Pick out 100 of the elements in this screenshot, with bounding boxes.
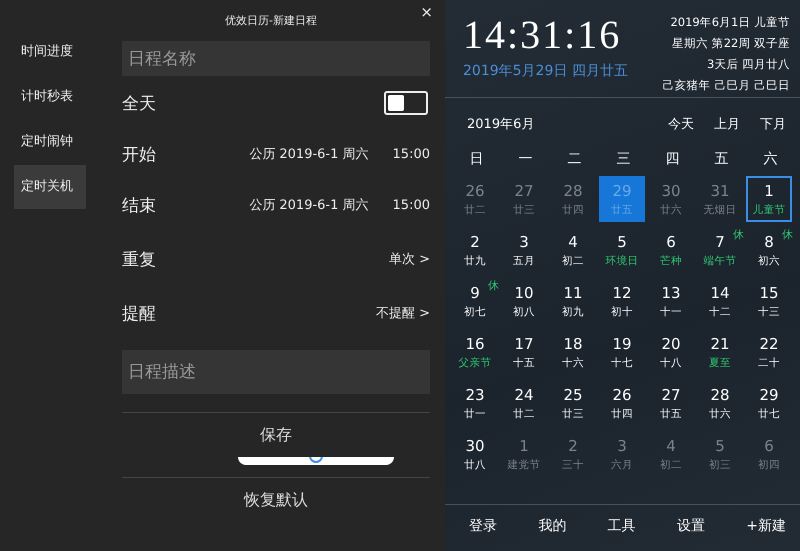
day-cell[interactable]: 3 五月 — [501, 227, 547, 273]
row-label: 提醒 — [122, 302, 156, 324]
lunar-label: 廿二 — [513, 406, 535, 420]
lunar-label: 廿八 — [464, 458, 486, 472]
day-cell[interactable]: 13 十一 — [648, 278, 694, 324]
day-cell[interactable]: 17 十五 — [501, 329, 547, 375]
day-cell[interactable]: 14 十二 — [697, 278, 743, 324]
sidebar-item[interactable]: 定时关机 — [14, 165, 86, 209]
day-cell[interactable]: 26 廿二 — [452, 176, 498, 222]
day-cell[interactable]: 2 三十 — [550, 431, 596, 477]
weekday-label: 日 — [468, 150, 484, 169]
footer-button[interactable]: 工具 — [608, 517, 636, 535]
lunar-label: 廿五 — [660, 406, 682, 420]
save-button[interactable]: 保存 — [122, 413, 430, 457]
row-value[interactable]: 单次 > — [388, 250, 430, 268]
lunar-label: 初七 — [464, 304, 486, 318]
date-info: 己亥猪年 己巳月 己巳日 — [662, 77, 790, 94]
day-cell[interactable]: 10 初八 — [501, 278, 547, 324]
lunar-label: 环境日 — [606, 254, 638, 268]
day-cell[interactable]: 21 夏至 — [697, 329, 743, 375]
time-value[interactable]: 15:00 — [392, 198, 430, 212]
lunar-label: 初十 — [611, 304, 633, 318]
day-cell[interactable]: 5 环境日 — [599, 227, 645, 273]
day-cell[interactable]: 2 廿九 — [452, 227, 498, 273]
day-cell[interactable]: 18 十六 — [550, 329, 596, 375]
clock-time: 14:31:16 — [463, 12, 622, 58]
row-label: 开始 — [122, 144, 156, 166]
day-cell[interactable]: 25 廿三 — [550, 380, 596, 426]
nav-button[interactable]: 上月 — [714, 115, 740, 133]
day-cell[interactable]: 24 廿二 — [501, 380, 547, 426]
day-cell[interactable]: 27 廿五 — [648, 380, 694, 426]
lunar-label: 十一 — [660, 304, 682, 318]
day-number: 5 — [715, 436, 725, 454]
day-cell[interactable]: 30 廿八 — [452, 431, 498, 477]
lunar-label: 儿童节 — [752, 202, 786, 216]
day-number: 6 — [764, 436, 774, 454]
day-number: 6 — [666, 232, 676, 250]
lunar-label: 十六 — [562, 356, 584, 370]
footer-button[interactable]: +新建 — [746, 517, 786, 535]
dialog-title: 优效日历-新建日程 — [225, 13, 317, 28]
day-number: 9 — [470, 284, 480, 302]
day-number: 15 — [759, 284, 779, 302]
day-cell[interactable]: 6 芒种 — [648, 227, 694, 273]
day-number: 25 — [563, 386, 583, 404]
day-cell[interactable]: 19 十七 — [599, 329, 645, 375]
lunar-label: 廿一 — [464, 406, 486, 420]
day-number: 12 — [612, 284, 632, 302]
day-cell[interactable]: 1 建党节 — [501, 431, 547, 477]
day-cell[interactable]: 6 初四 — [746, 431, 792, 477]
footer-button[interactable]: 我的 — [538, 517, 566, 535]
sidebar-item[interactable]: 计时秒表 — [14, 75, 86, 119]
day-cell[interactable]: 4 初二 — [648, 431, 694, 477]
day-cell[interactable]: 9 休 初七 — [452, 278, 498, 324]
day-cell[interactable]: 8 休 初六 — [746, 227, 792, 273]
footer-button[interactable]: 登录 — [469, 517, 497, 535]
day-cell[interactable]: 29 廿七 — [746, 380, 792, 426]
row-value[interactable]: 公历 2019-6-1 周六 — [249, 145, 369, 163]
day-cell[interactable]: 20 十八 — [648, 329, 694, 375]
lunar-label: 六月 — [611, 458, 633, 472]
day-number: 11 — [563, 284, 583, 302]
day-cell[interactable]: 5 初三 — [697, 431, 743, 477]
day-cell[interactable]: 7 休 端午节 — [697, 227, 743, 273]
day-cell[interactable]: 31 无烟日 — [697, 176, 743, 222]
lunar-label: 五月 — [513, 254, 535, 268]
footer-button[interactable]: 设置 — [676, 517, 705, 535]
row-value[interactable]: 公历 2019-6-1 周六 — [249, 196, 369, 214]
lunar-label: 十五 — [513, 356, 535, 370]
day-cell[interactable]: 12 初十 — [599, 278, 645, 324]
day-number: 30 — [465, 436, 485, 454]
weekday-label: 二 — [566, 150, 582, 169]
reset-button[interactable]: 恢复默认 — [122, 478, 430, 522]
day-cell[interactable]: 27 廿三 — [501, 176, 547, 222]
day-number: 17 — [514, 334, 534, 352]
sidebar-item[interactable]: 时间进度 — [14, 30, 86, 74]
close-button[interactable]: × — [420, 3, 433, 21]
day-cell[interactable]: 22 二十 — [746, 329, 792, 375]
day-cell[interactable]: 3 六月 — [599, 431, 645, 477]
row-value[interactable]: 不提醒 > — [376, 304, 430, 322]
day-cell[interactable]: 28 廿四 — [550, 176, 596, 222]
nav-button[interactable]: 下月 — [760, 115, 786, 133]
day-cell[interactable]: 15 十三 — [746, 278, 792, 324]
day-cell[interactable]: 11 初九 — [550, 278, 596, 324]
lunar-label: 廿五 — [611, 202, 633, 216]
day-cell[interactable]: 23 廿一 — [452, 380, 498, 426]
day-cell[interactable]: 28 廿六 — [697, 380, 743, 426]
lunar-label: 十二 — [709, 304, 731, 318]
day-number: 21 — [710, 334, 730, 352]
lunar-label: 廿六 — [709, 406, 731, 420]
day-cell[interactable]: 16 父亲节 — [452, 329, 498, 375]
day-cell[interactable]: 30 廿六 — [648, 176, 694, 222]
name-field[interactable]: 日程名称 — [122, 41, 430, 76]
time-value[interactable]: 15:00 — [392, 146, 430, 162]
day-cell[interactable]: 26 廿四 — [599, 380, 645, 426]
toggle-switch[interactable] — [384, 91, 428, 115]
day-cell[interactable]: 1 儿童节 — [746, 176, 792, 222]
description-field[interactable]: 日程描述 — [122, 350, 430, 394]
sidebar-item[interactable]: 定时闹钟 — [14, 120, 86, 164]
row-label: 重复 — [122, 248, 156, 270]
nav-button[interactable]: 今天 — [668, 115, 694, 133]
day-cell[interactable]: 4 初二 — [550, 227, 596, 273]
